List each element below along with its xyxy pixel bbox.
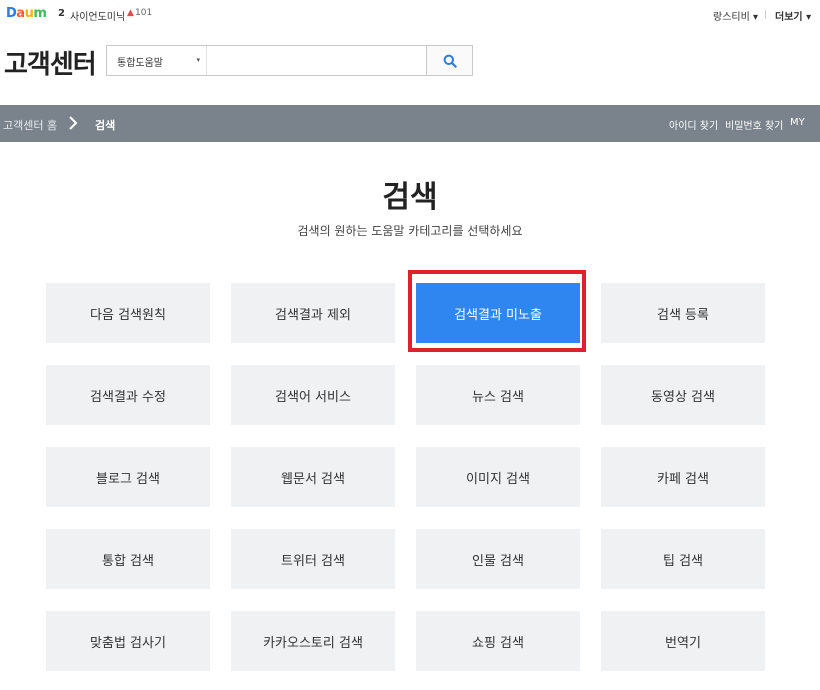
search-category-value: 통합도움말 <box>117 58 163 69</box>
find-password-link[interactable]: 비밀번호 찾기 <box>725 117 783 132</box>
category-tile[interactable]: 쇼핑 검색 <box>416 611 580 671</box>
category-tile[interactable]: 번역기 <box>601 611 765 671</box>
category-tile[interactable]: 동영상 검색 <box>601 365 765 425</box>
site-title[interactable]: 고객센터 <box>4 44 97 81</box>
category-tile[interactable]: 카카오스토리 검색 <box>231 611 395 671</box>
category-tile[interactable]: 이미지 검색 <box>416 447 580 507</box>
breadcrumb-home-link[interactable]: 고객센터 홈 <box>3 117 57 133</box>
category-tile[interactable]: 뉴스 검색 <box>416 365 580 425</box>
category-tile[interactable]: 팁 검색 <box>601 529 765 589</box>
search-box: 통합도움말 ▾ <box>106 45 473 76</box>
search-input[interactable] <box>208 46 426 75</box>
rank-up-icon: ▲ <box>127 8 134 18</box>
search-button[interactable] <box>426 46 472 75</box>
breadcrumb-current: 검색 <box>95 119 116 132</box>
category-tile[interactable]: 검색어 서비스 <box>231 365 395 425</box>
category-tile[interactable]: 인물 검색 <box>416 529 580 589</box>
navigation-bar: 고객센터 홈 검색 아이디 찾기 비밀번호 찾기 MY <box>0 105 820 142</box>
category-tile-active[interactable]: 검색결과 미노출 <box>416 283 580 343</box>
page-title: 검색 <box>382 180 438 215</box>
category-tile[interactable]: 트위터 검색 <box>231 529 395 589</box>
category-tile[interactable]: 검색결과 수정 <box>46 365 210 425</box>
more-menu[interactable]: 더보기 ▾ <box>775 8 811 23</box>
chevron-down-icon: ▾ <box>196 56 200 64</box>
search-category-select[interactable]: 통합도움말 ▾ <box>107 46 207 75</box>
category-grid: 다음 검색원칙 검색결과 제외 검색결과 미노출 검색 등록 검색결과 수정 검… <box>46 283 765 671</box>
daum-logo[interactable]: Daum <box>6 6 47 21</box>
category-tile[interactable]: 블로그 검색 <box>46 447 210 507</box>
category-tile[interactable]: 맞춤법 검사기 <box>46 611 210 671</box>
category-tile[interactable]: 검색 등록 <box>601 283 765 343</box>
category-tile[interactable]: 카페 검색 <box>601 447 765 507</box>
chevron-right-icon <box>69 116 78 130</box>
my-link[interactable]: MY <box>790 117 805 128</box>
rank-count: 101 <box>135 8 153 18</box>
category-tile[interactable]: 웹문서 검색 <box>231 447 395 507</box>
category-tile[interactable]: 검색결과 제외 <box>231 283 395 343</box>
top-bar: Daum 2 사이언도미닉 ▲ 101 랑스티비 ▾ 더보기 ▾ <box>0 0 820 28</box>
category-tile[interactable]: 통합 검색 <box>46 529 210 589</box>
trending-term-link[interactable]: 사이언도미닉 <box>70 8 125 23</box>
find-id-link[interactable]: 아이디 찾기 <box>669 117 718 132</box>
page-subtitle: 검색의 원하는 도움말 카테고리를 선택하세요 <box>297 224 523 238</box>
divider <box>765 10 766 19</box>
rank-number: 2 <box>58 8 65 19</box>
category-tile[interactable]: 다음 검색원칙 <box>46 283 210 343</box>
user-menu[interactable]: 랑스티비 ▾ <box>713 8 758 23</box>
search-icon <box>443 54 457 68</box>
